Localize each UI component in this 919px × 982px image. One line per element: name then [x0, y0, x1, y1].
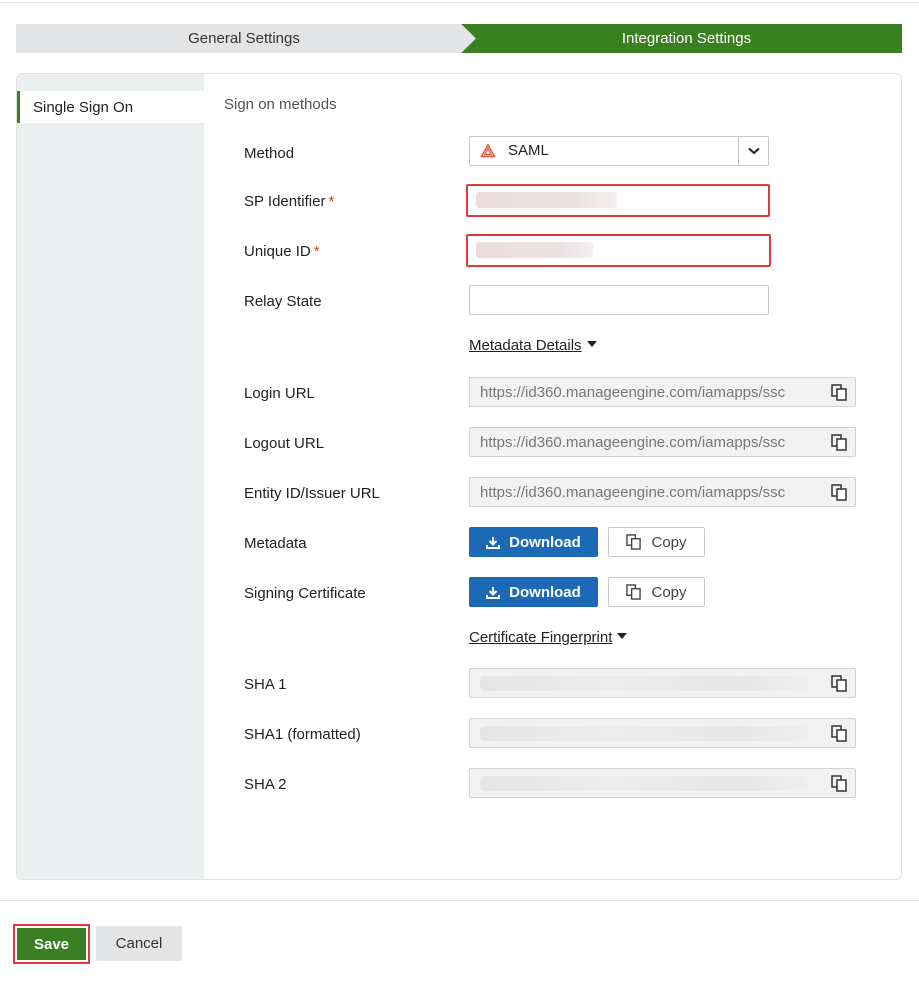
sp-identifier-input[interactable]	[466, 184, 770, 217]
chevron-down-icon[interactable]	[738, 137, 768, 165]
copy-icon[interactable]	[831, 434, 847, 451]
entity-id-field[interactable]: https://id360.manageengine.com/iamapps/s…	[469, 477, 856, 507]
sha1-formatted-label: SHA1 (formatted)	[244, 726, 361, 743]
unique-id-input[interactable]	[466, 234, 771, 267]
step-general-settings[interactable]: General Settings	[16, 24, 476, 53]
copy-icon[interactable]	[831, 675, 847, 692]
entity-id-label: Entity ID/Issuer URL	[244, 485, 380, 502]
sidebar: Single Sign On	[17, 74, 204, 879]
wizard-steps: General Settings Integration Settings	[16, 24, 902, 53]
method-value: SAML	[508, 142, 549, 159]
section-title: Sign on methods	[224, 96, 337, 113]
sha2-label: SHA 2	[244, 776, 287, 793]
save-button[interactable]: Save	[13, 924, 90, 964]
sidebar-item-label: Single Sign On	[33, 98, 134, 116]
redacted-value	[480, 776, 808, 791]
saml-icon	[480, 144, 496, 158]
certificate-fingerprint-label: Certificate Fingerprint	[469, 629, 613, 646]
sidebar-item-single-sign-on[interactable]: Single Sign On	[17, 91, 204, 123]
copy-icon[interactable]	[831, 384, 847, 401]
relay-state-label: Relay State	[244, 293, 322, 310]
redacted-value	[480, 726, 808, 741]
cancel-button[interactable]: Cancel	[96, 926, 182, 961]
sp-identifier-label-text: SP Identifier	[244, 193, 326, 210]
copy-icon	[626, 534, 642, 550]
certificate-copy-button[interactable]: Copy	[608, 577, 705, 607]
copy-icon[interactable]	[831, 775, 847, 792]
copy-label: Copy	[651, 533, 687, 551]
certificate-download-button[interactable]: Download	[469, 577, 598, 607]
caret-down-icon	[617, 633, 628, 640]
copy-icon[interactable]	[831, 484, 847, 501]
required-mark: *	[328, 193, 335, 210]
redacted-value	[476, 242, 593, 258]
sha2-field[interactable]	[469, 768, 856, 798]
settings-card: Single Sign On Sign on methods Method SA…	[16, 73, 902, 880]
login-url-label: Login URL	[244, 385, 315, 402]
copy-label: Copy	[651, 583, 687, 601]
step-integration-settings[interactable]: Integration Settings	[461, 24, 902, 53]
metadata-download-button[interactable]: Download	[469, 527, 598, 557]
entity-id-value: https://id360.manageengine.com/iamapps/s…	[480, 484, 786, 501]
logout-url-value: https://id360.manageengine.com/iamapps/s…	[480, 434, 786, 451]
metadata-label: Metadata	[244, 535, 307, 552]
certificate-fingerprint-toggle[interactable]: Certificate Fingerprint	[469, 629, 628, 646]
save-button-label: Save	[17, 928, 86, 960]
sso-form: Sign on methods Method SAML SP Identifie…	[204, 74, 901, 879]
unique-id-label: Unique ID *	[244, 242, 320, 262]
sp-identifier-label: SP Identifier *	[244, 192, 334, 212]
method-label: Method	[244, 145, 295, 162]
metadata-details-toggle[interactable]: Metadata Details	[469, 337, 597, 354]
sha1-field[interactable]	[469, 668, 856, 698]
login-url-field[interactable]: https://id360.manageengine.com/iamapps/s…	[469, 377, 856, 407]
copy-icon[interactable]	[831, 725, 847, 742]
logout-url-field[interactable]: https://id360.manageengine.com/iamapps/s…	[469, 427, 856, 457]
logout-url-label: Logout URL	[244, 435, 325, 452]
sha1-label: SHA 1	[244, 676, 287, 693]
download-label: Download	[509, 583, 581, 601]
login-url-value: https://id360.manageengine.com/iamapps/s…	[480, 384, 786, 401]
copy-icon	[626, 584, 642, 600]
download-icon	[486, 586, 501, 599]
download-label: Download	[509, 533, 581, 551]
redacted-value	[476, 192, 617, 208]
metadata-copy-button[interactable]: Copy	[608, 527, 705, 557]
unique-id-label-text: Unique ID	[244, 243, 311, 260]
top-divider	[0, 2, 919, 3]
sha1-formatted-field[interactable]	[469, 718, 856, 748]
method-select[interactable]: SAML	[469, 136, 769, 166]
redacted-value	[480, 676, 808, 691]
download-icon	[486, 536, 501, 549]
caret-down-icon	[586, 341, 597, 348]
required-mark: *	[313, 243, 320, 260]
footer-divider	[0, 900, 919, 901]
signing-certificate-label: Signing Certificate	[244, 585, 366, 602]
relay-state-input[interactable]	[469, 285, 769, 315]
metadata-details-label: Metadata Details	[469, 337, 582, 354]
